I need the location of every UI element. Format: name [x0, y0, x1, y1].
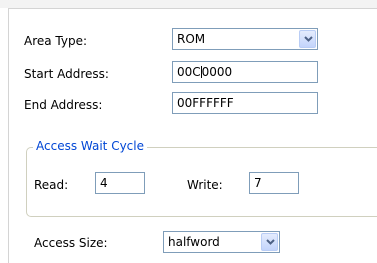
start-address-input[interactable]: 00C0000: [172, 61, 318, 83]
access-size-dropdown-button[interactable]: [261, 233, 278, 251]
write-label: Write:: [187, 178, 223, 192]
chevron-down-icon: [266, 239, 275, 245]
start-address-label: Start Address:: [24, 67, 109, 81]
chevron-down-icon: [304, 36, 313, 42]
area-type-dropdown-button[interactable]: [299, 30, 316, 48]
end-address-label: End Address:: [24, 98, 103, 112]
read-label: Read:: [34, 178, 69, 192]
area-type-dropdown[interactable]: ROM: [172, 28, 318, 50]
access-size-dropdown[interactable]: halfword: [163, 231, 280, 253]
top-background-band: [0, 0, 377, 8]
access-size-label: Access Size:: [34, 236, 108, 250]
access-wait-cycle-legend: Access Wait Cycle: [33, 139, 147, 153]
read-wait-input[interactable]: 4: [95, 172, 145, 194]
area-type-label: Area Type:: [24, 34, 88, 48]
start-address-value-after-cursor: 0000: [201, 65, 233, 79]
start-address-value-before-cursor: 00C: [177, 65, 201, 79]
area-type-value: ROM: [177, 32, 206, 46]
access-size-value: halfword: [168, 235, 220, 249]
write-wait-input[interactable]: 7: [249, 172, 299, 194]
end-address-input[interactable]: 00FFFFFF: [172, 92, 318, 114]
